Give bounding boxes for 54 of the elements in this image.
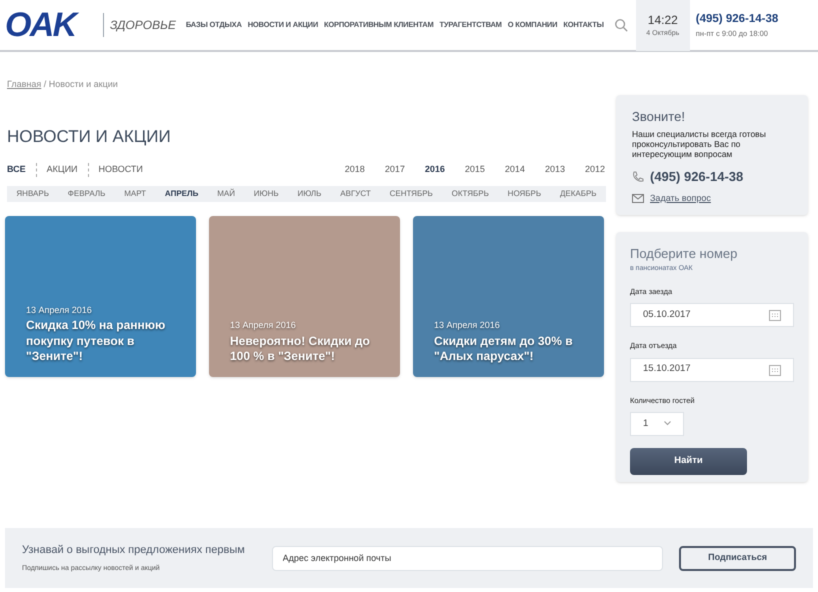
card-title: Подберите номер <box>630 245 738 263</box>
news-card[interactable]: 13 Апреля 2016 Скидка 10% на раннюю покупку путевок в "Зените"! <box>5 216 196 377</box>
subscribe-button[interactable]: Подписаться <box>679 546 796 570</box>
email-field[interactable]: Адрес электронной почты <box>272 546 664 570</box>
news-date: 13 Апреля 2016 <box>434 319 501 332</box>
clock-time: 14:22 <box>648 12 678 29</box>
envelope-icon <box>632 194 644 203</box>
news-title[interactable]: Скидки детям до 30% в "Алых парусах"! <box>434 334 594 365</box>
month-tab[interactable]: АВГУСТ <box>340 188 371 200</box>
month-tab[interactable]: ЯНВАРЬ <box>16 188 49 200</box>
search-button[interactable]: Найти <box>630 448 747 475</box>
card-text: Наши специалисты всегда готовы проконсультировать Вас по интересующим вопросам <box>632 128 767 160</box>
month-tab[interactable]: ФЕВРАЛЬ <box>68 188 106 200</box>
month-tab[interactable]: МАЙ <box>217 188 235 200</box>
checkin-date-field[interactable]: 05.10.2017 <box>630 303 794 328</box>
search-icon[interactable] <box>614 18 628 32</box>
phone-number[interactable]: (495) 926-14-38 <box>696 10 778 28</box>
ask-question-link[interactable]: Задать вопрос <box>650 192 711 206</box>
month-tab[interactable]: ОКТЯБРЬ <box>452 188 489 200</box>
year-tab[interactable]: 2015 <box>464 163 485 177</box>
news-date: 13 Апреля 2016 <box>230 319 297 332</box>
month-tab[interactable]: ИЮНЬ <box>254 188 279 200</box>
calendar-icon[interactable] <box>769 309 781 322</box>
year-tab[interactable]: 2013 <box>544 163 565 177</box>
card-title: Звоните! <box>632 108 686 126</box>
phone-number[interactable]: (495) 926-14-38 <box>650 167 744 187</box>
filter-tab[interactable]: АКЦИИ <box>46 163 78 177</box>
brand-subtitle: ЗДОРОВЬЕ <box>110 17 176 34</box>
news-card[interactable]: 13 Апреля 2016 Скидки детям до 30% в "Алых парусах"! <box>413 216 604 377</box>
year-tab[interactable]: 2014 <box>504 163 525 177</box>
news-title[interactable]: Скидка 10% на раннюю покупку путевок в "Зените"! <box>26 318 186 365</box>
news-date: 13 Апреля 2016 <box>26 304 93 317</box>
month-tab[interactable]: АПРЕЛЬ <box>164 188 198 200</box>
subscribe-title: Узнавай о выгодных предложениях первым <box>22 543 246 558</box>
month-tab[interactable]: МАРТ <box>124 188 146 200</box>
calendar-icon[interactable] <box>769 364 781 376</box>
year-tab[interactable]: 2016 <box>424 163 445 177</box>
year-tab[interactable]: 2012 <box>584 163 605 177</box>
breadcrumb-link[interactable]: Главная <box>7 79 42 89</box>
month-tab[interactable]: ДЕКАБРЬ <box>560 188 597 200</box>
phone-icon <box>632 170 644 183</box>
filter-tab[interactable]: ВСЕ <box>7 163 26 177</box>
year-tab[interactable]: 2018 <box>344 163 365 177</box>
breadcrumb-current: / Новости и акции <box>44 79 118 89</box>
month-tab[interactable]: ИЮЛЬ <box>297 188 322 200</box>
checkout-date-field[interactable]: 15.10.2017 <box>630 358 794 382</box>
month-tab[interactable]: СЕНТЯБРЬ <box>390 188 433 200</box>
month-tab[interactable]: НОЯБРЬ <box>508 188 542 200</box>
year-tab[interactable]: 2017 <box>384 163 405 177</box>
chevron-down-icon <box>664 421 671 426</box>
logo[interactable]: OAK <box>5 8 97 42</box>
guests-select[interactable]: 1 <box>630 412 684 436</box>
page-title: НОВОСТИ И АКЦИИ <box>7 126 172 148</box>
filter-tab[interactable]: НОВОСТИ <box>98 163 143 177</box>
